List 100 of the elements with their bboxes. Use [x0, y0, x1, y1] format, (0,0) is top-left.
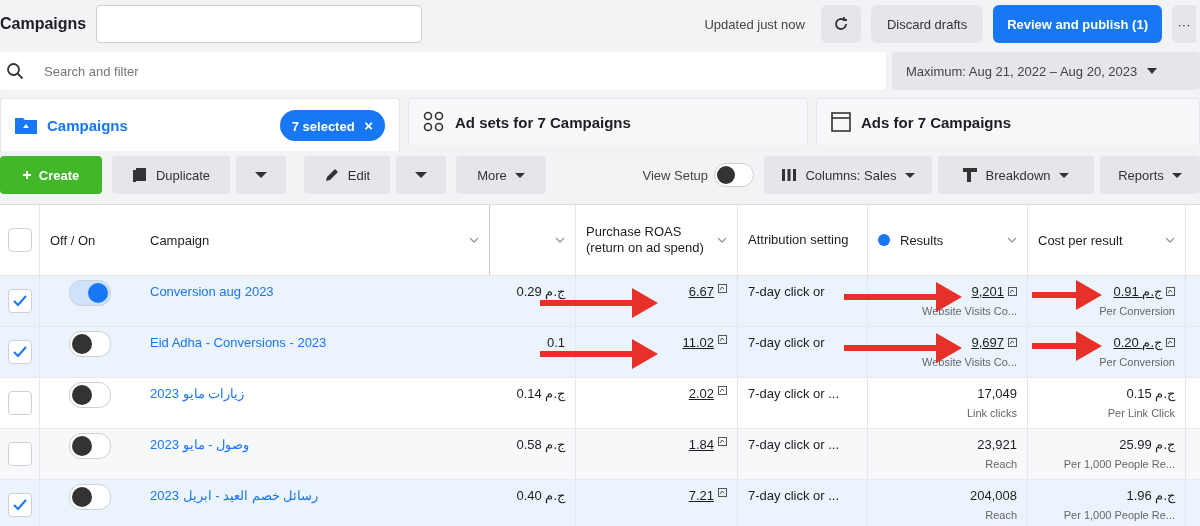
tab[interactable]: Campaigns 7 selected × [0, 98, 400, 151]
duplicate-button[interactable]: Duplicate [112, 156, 230, 194]
column-header[interactable]: Purchase ROAS (return on ad spend) [586, 224, 717, 256]
caret-icon [514, 171, 525, 179]
table-cell: 1.96 ج.م [1126, 488, 1175, 503]
row-checkbox[interactable] [7, 442, 32, 466]
check-icon [12, 499, 27, 511]
reports-button[interactable]: Reports [1100, 156, 1200, 194]
table-cell: 23,921 [977, 437, 1017, 452]
campaign-toggle[interactable] [69, 280, 111, 306]
caret-icon [904, 171, 915, 179]
column-header[interactable]: Off / On [50, 232, 96, 248]
publish-button[interactable]: Review and publish (1) [993, 5, 1162, 43]
compare-icon [1166, 338, 1175, 347]
tab[interactable]: Ad sets for 7 Campaigns [408, 98, 808, 145]
campaign-toggle[interactable] [69, 382, 111, 408]
compare-icon [718, 488, 727, 497]
grid-icon [423, 111, 445, 133]
row-checkbox[interactable] [7, 289, 32, 313]
sort-icon[interactable] [1007, 237, 1017, 243]
campaign-toggle[interactable] [69, 433, 111, 459]
edit-button[interactable]: Edit [304, 156, 390, 194]
table-cell: 25.99 ج.م [1119, 437, 1175, 452]
campaign-link[interactable]: رسائل خصم العيد - ابريل 2023 [150, 488, 319, 503]
tab[interactable]: Ads for 7 Campaigns [816, 98, 1200, 145]
row-checkbox[interactable] [7, 391, 32, 415]
table-cell: 7-day click or [748, 284, 825, 299]
row-checkbox[interactable] [7, 493, 32, 517]
select-all-checkbox[interactable] [7, 228, 32, 252]
result-type: Link clicks [966, 407, 1017, 419]
sort-icon[interactable] [555, 237, 565, 243]
update-status: Updated just now [704, 16, 805, 32]
result-type: Website Visits Co... [922, 305, 1017, 317]
table-cell: 11.02 [682, 335, 714, 350]
more-button[interactable]: ··· [1172, 5, 1196, 43]
search-field[interactable]: Search and filter [0, 52, 886, 90]
compare-icon [718, 284, 727, 293]
result-type: Website Visits Co... [922, 356, 1017, 368]
table-cell: 9,697 [971, 335, 1004, 350]
breakdown-icon [963, 168, 978, 182]
dropdown-button[interactable] [236, 156, 286, 194]
campaign-link[interactable]: Eid Adha - Conversions - 2023 [150, 335, 327, 350]
campaign-link[interactable]: زيارات مايو 2023 [150, 386, 245, 401]
column-header[interactable]: Cost per result [1038, 232, 1123, 248]
column-header[interactable]: Campaign [150, 232, 210, 248]
plus-icon [22, 171, 31, 179]
breakdown-button[interactable]: Breakdown [938, 156, 1094, 194]
table-cell: 7-day click or ... [748, 488, 840, 503]
name-field[interactable] [96, 5, 423, 43]
table-cell: 1.84 [688, 437, 714, 452]
folder-icon [15, 116, 37, 134]
selection-pill[interactable]: 7 selected × [279, 109, 385, 141]
cost-type: Per 1,000 People Re... [1063, 458, 1175, 470]
campaign-toggle[interactable] [69, 331, 111, 357]
compare-icon [718, 335, 727, 344]
caret-icon [1147, 67, 1158, 75]
refresh-button[interactable] [820, 5, 861, 43]
cost-type: Per 1,000 People Re... [1063, 509, 1175, 521]
campaign-link[interactable]: وصول - مايو 2023 [150, 437, 250, 452]
check-icon [12, 295, 27, 307]
result-type: Reach [985, 509, 1017, 521]
dropdown-button[interactable] [396, 156, 446, 194]
view-setup-toggle[interactable] [714, 163, 754, 187]
compare-icon [1008, 338, 1017, 347]
table-cell: 0.29 ج.م [516, 284, 565, 299]
columns-icon [781, 168, 798, 182]
check-icon [12, 346, 27, 358]
discard-button[interactable]: Discard drafts [870, 5, 984, 43]
columns-button[interactable]: Columns: Sales [764, 156, 932, 194]
sort-icon[interactable] [717, 237, 727, 243]
compare-icon [718, 437, 727, 446]
cost-type: Per Conversion [1099, 305, 1175, 317]
column-header[interactable]: Attribution setting [748, 232, 849, 248]
result-type: Reach [985, 458, 1017, 470]
sort-icon[interactable] [1165, 237, 1175, 243]
table-cell: 7.21 [688, 488, 714, 503]
table-cell: 7-day click or ... [748, 437, 840, 452]
copy-icon [131, 167, 148, 183]
campaign-toggle[interactable] [69, 484, 111, 510]
table-cell: 17,049 [977, 386, 1017, 401]
table-cell: 204,008 [970, 488, 1017, 503]
date-range-button[interactable]: Maximum: Aug 21, 2022 – Aug 20, 2023 [892, 52, 1200, 90]
caret-icon [255, 171, 267, 179]
campaign-link[interactable]: Conversion aug 2023 [150, 284, 274, 299]
search-icon [6, 62, 24, 80]
compare-icon [1166, 287, 1175, 296]
column-header[interactable]: Results [900, 232, 944, 248]
table-cell: 0.15 ج.م [1126, 386, 1175, 401]
row-checkbox[interactable] [7, 340, 32, 364]
page-title: Campaigns [0, 15, 87, 33]
sort-icon[interactable] [469, 237, 479, 243]
more-menu-button[interactable]: More [456, 156, 546, 194]
table-cell: 7-day click or ... [748, 386, 840, 401]
pencil-icon [323, 167, 340, 183]
compare-icon [718, 386, 727, 395]
table-cell: 9,201 [971, 284, 1004, 299]
cost-type: Per Link Click [1107, 407, 1175, 419]
table-cell: 0.40 ج.م [516, 488, 565, 503]
table-cell: 2.02 [688, 386, 714, 401]
view-setup-label: View Setup [642, 167, 708, 183]
